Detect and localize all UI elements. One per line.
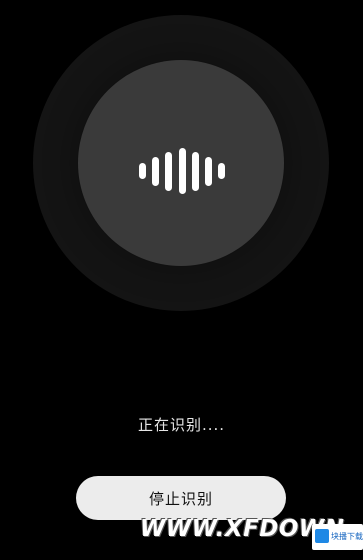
watermark-badge-text: 块播下载网 [331,532,363,541]
watermark-badge: 块播下载网 [312,524,363,550]
recognition-status-text: 正在识别.... [137,416,226,434]
waveform-bar [179,148,186,194]
watermark: WWW.XFDOWN 块播下载网 [140,512,363,560]
logo-icon [315,529,329,543]
voice-recognition-screen: 正在识别.... 停止识别 WWW.XFDOWN 块播下载网 [0,0,363,560]
waveform-bar [152,157,159,186]
waveform-bar [192,152,199,191]
waveform-bar [165,152,172,191]
waveform-bar [205,157,212,186]
waveform-bar [139,163,146,179]
voice-waveform-icon [139,148,225,194]
waveform-bar [218,163,225,179]
